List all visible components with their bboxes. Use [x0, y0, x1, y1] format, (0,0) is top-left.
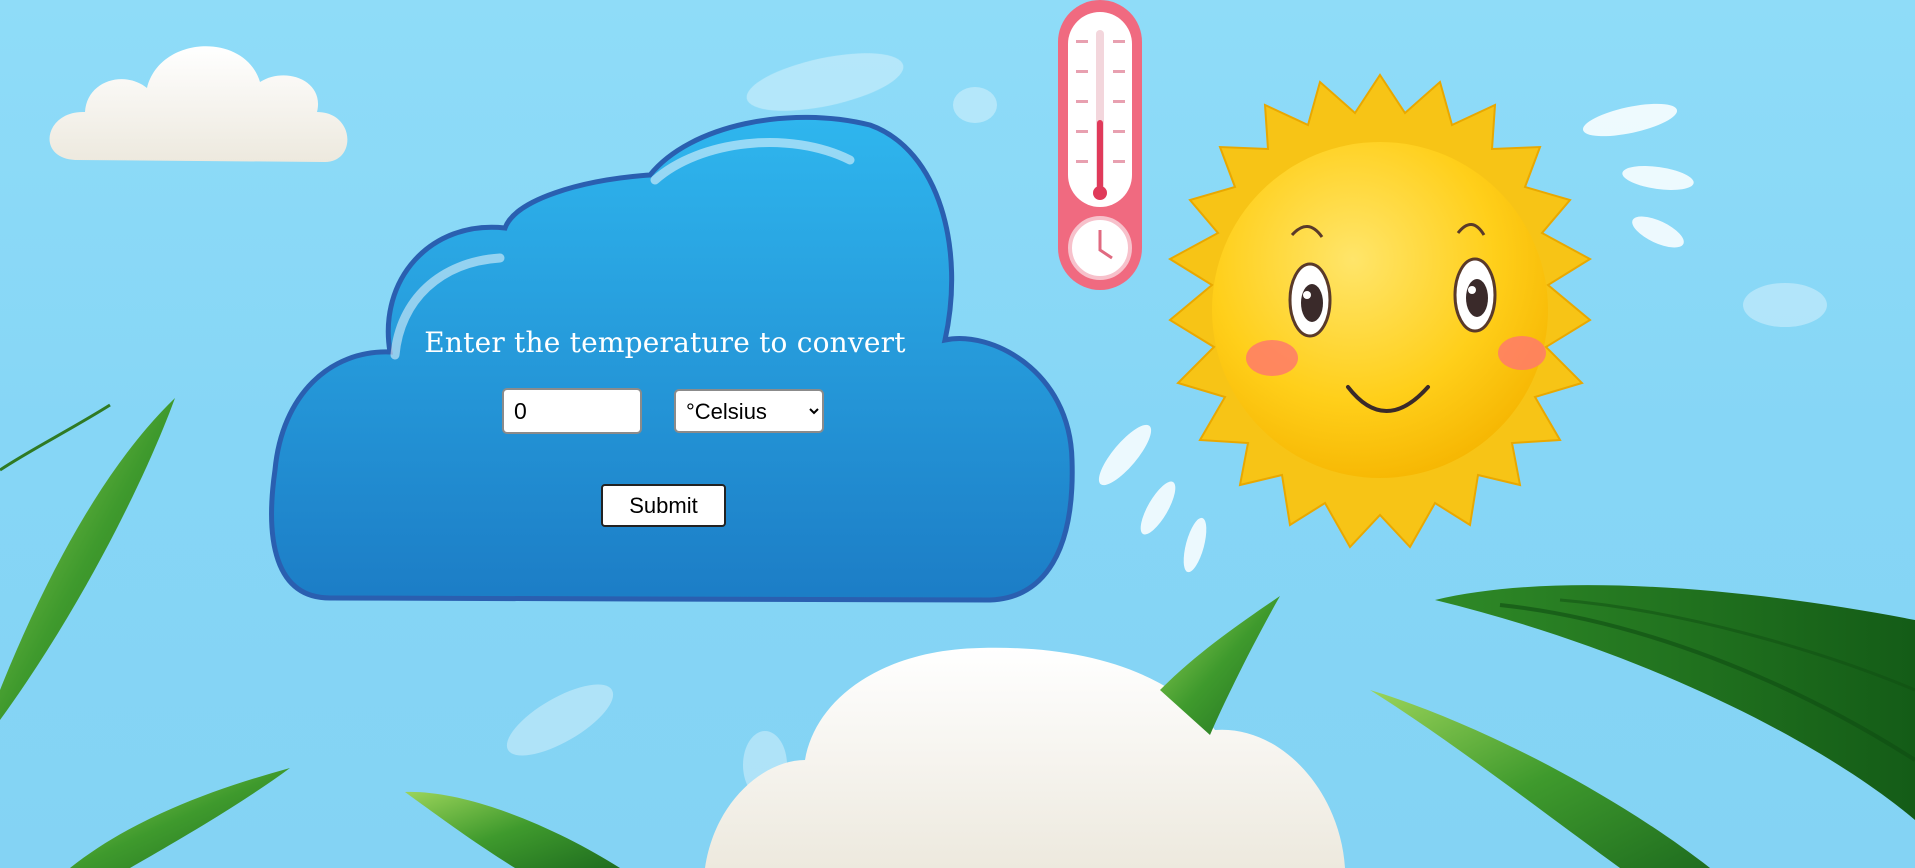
app-window: Enter the temperature to convert °Celsiu…	[0, 0, 1915, 868]
form-title: Enter the temperature to convert	[424, 326, 906, 359]
unit-select[interactable]: °Celsius °Fahrenheit °Kelvin	[674, 389, 824, 433]
leaf-icon	[70, 768, 290, 868]
sun-icon	[1168, 73, 1592, 549]
submit-button[interactable]: Submit	[601, 484, 726, 527]
cloud-icon	[49, 46, 348, 163]
thermometer-icon	[1058, 0, 1142, 290]
cloud-icon	[705, 647, 1345, 868]
temperature-input[interactable]	[502, 388, 642, 434]
leaf-icon	[405, 791, 620, 868]
leaf-icon	[1370, 690, 1710, 868]
leaf-icon	[0, 398, 175, 720]
converter-form: Enter the temperature to convert °Celsiu…	[270, 300, 1060, 560]
